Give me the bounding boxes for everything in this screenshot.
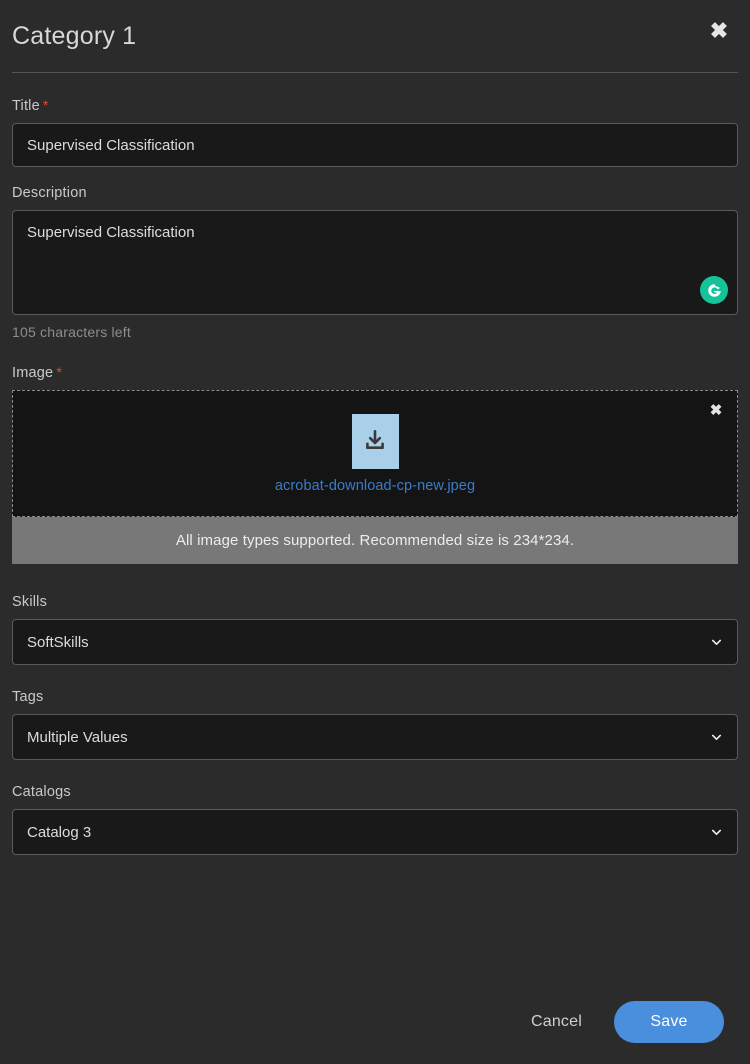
image-uploader: ✖ acrobat-download-cp-new.jpeg All image… [12, 390, 738, 564]
grammarly-icon[interactable] [700, 276, 728, 304]
title-label-text: Title [12, 98, 40, 114]
tags-select-wrap: Multiple Values [12, 714, 738, 760]
description-field-group: Description 105 characters left [12, 185, 738, 340]
tags-field-group: Tags Multiple Values [12, 689, 738, 760]
catalogs-select-wrap: Catalog 3 [12, 809, 738, 855]
skills-label: Skills [12, 594, 738, 610]
description-label: Description [12, 185, 738, 201]
image-support-note: All image types supported. Recommended s… [12, 517, 738, 564]
title-label: Title* [12, 97, 738, 114]
catalogs-label: Catalogs [12, 784, 738, 800]
skills-select-wrap: SoftSkills [12, 619, 738, 665]
skills-select-value: SoftSkills [27, 634, 89, 651]
tags-select[interactable]: Multiple Values [12, 714, 738, 760]
character-counter: 105 characters left [12, 324, 738, 340]
required-asterisk: * [43, 97, 49, 113]
title-field-group: Title* [12, 97, 738, 167]
catalogs-field-group: Catalogs Catalog 3 [12, 784, 738, 855]
required-asterisk: * [56, 364, 62, 380]
save-button[interactable]: Save [614, 1001, 724, 1043]
image-label-text: Image [12, 365, 53, 381]
category-edit-dialog: Category 1 ✖ Title* Description [0, 0, 750, 1064]
image-label: Image* [12, 364, 738, 381]
description-textarea[interactable] [12, 210, 738, 315]
download-icon [352, 414, 399, 469]
remove-file-icon[interactable]: ✖ [704, 398, 728, 422]
catalogs-select-value: Catalog 3 [27, 824, 91, 841]
close-icon[interactable]: ✖ [702, 14, 736, 48]
dialog-body: Title* Description 105 characters left [0, 73, 750, 990]
uploaded-file-link[interactable]: acrobat-download-cp-new.jpeg [275, 478, 475, 494]
cancel-button[interactable]: Cancel [517, 1003, 596, 1041]
title-input[interactable] [12, 123, 738, 167]
skills-field-group: Skills SoftSkills [12, 594, 738, 665]
tags-select-value: Multiple Values [27, 729, 128, 746]
dialog-header: Category 1 ✖ [0, 0, 750, 72]
page-title: Category 1 [12, 22, 136, 51]
image-field-group: Image* ✖ acrobat-download-cp-new.jpeg Al… [12, 364, 738, 564]
image-dropzone[interactable]: ✖ acrobat-download-cp-new.jpeg [12, 390, 738, 517]
catalogs-select[interactable]: Catalog 3 [12, 809, 738, 855]
tags-label: Tags [12, 689, 738, 705]
skills-select[interactable]: SoftSkills [12, 619, 738, 665]
description-textarea-wrap [12, 210, 738, 315]
dialog-footer: Cancel Save [0, 990, 750, 1064]
